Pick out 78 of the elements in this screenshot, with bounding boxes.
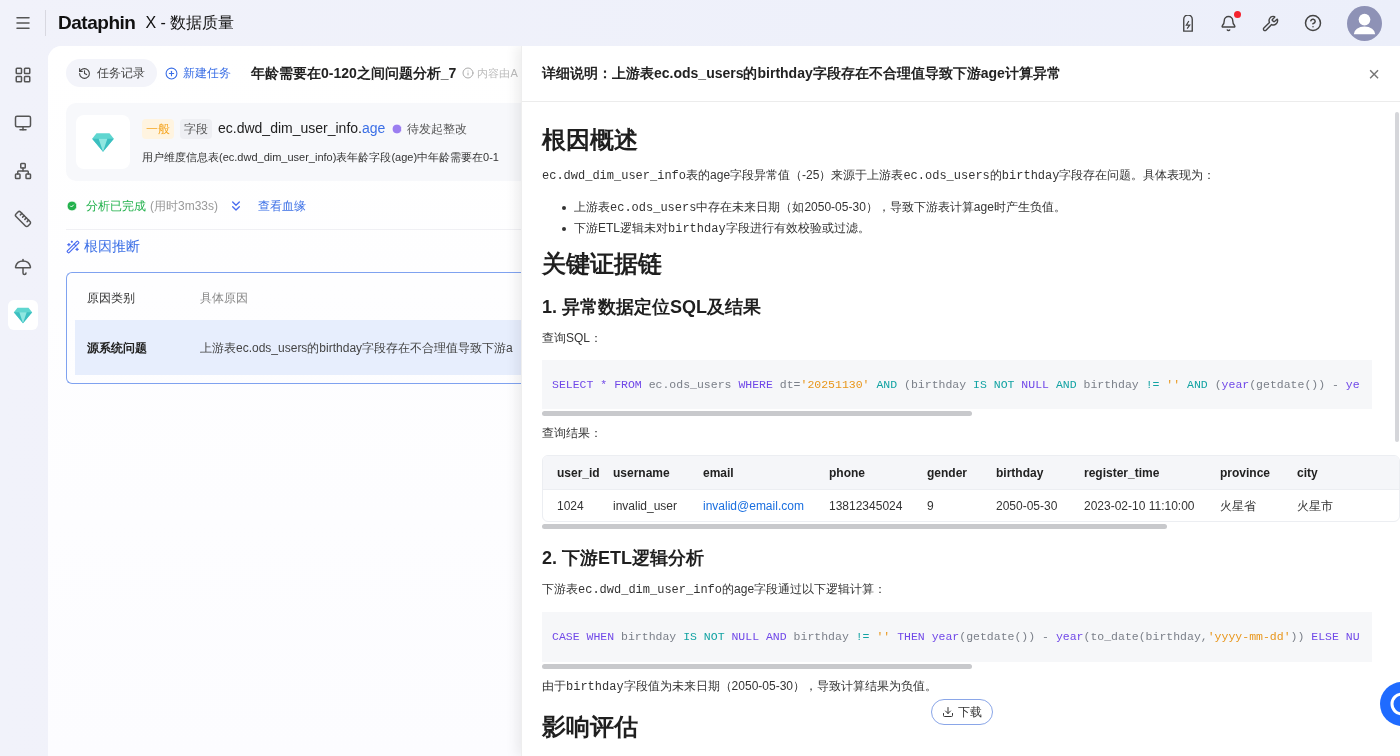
scrollbar[interactable] — [1395, 112, 1399, 442]
paragraph: 查询SQL： — [542, 330, 602, 347]
field-name: ec.dwd_dim_user_info.age — [218, 119, 386, 139]
table-cell-text: 2023-02-10 11:10:00 — [1084, 497, 1196, 515]
table-cell-text: 9 — [927, 497, 935, 515]
magic-wand-icon — [66, 239, 80, 254]
column-header: 原因类别 — [86, 289, 136, 307]
download-button[interactable]: 下载 — [931, 699, 993, 725]
lineage-link[interactable]: 查看血缘 — [258, 197, 306, 215]
subsection-heading: 2. 下游ETL逻辑分析 — [542, 547, 704, 571]
drawer-title: 详细说明：上游表ec.ods_users的birthday字段存在不合理值导致下游age计算异常 — [542, 64, 1061, 83]
table-cell-text: 1024 — [556, 497, 585, 515]
scrollbar[interactable] — [542, 663, 972, 669]
column-header: phone — [829, 464, 866, 482]
table-cell-text: 源系统问题 — [86, 339, 148, 357]
table-cell-text: 上游表ec.ods_users的birthday字段存在不合理值导致下游a — [200, 339, 513, 357]
column-header: city — [1297, 464, 1319, 482]
task-title: 年龄需要在0-120之间问题分析_7 — [251, 63, 457, 83]
product-title: X - 数据质量 — [145, 13, 235, 33]
issue-status: 待发起整改 — [407, 120, 468, 138]
issue-description: 用户维度信息表(ec.dwd_dim_user_info)表年龄字段(age)中年龄需要在0-1 — [142, 150, 499, 166]
info-icon — [462, 67, 475, 79]
new-task-button[interactable]: 新建任务 — [165, 64, 231, 82]
network-icon — [14, 162, 32, 180]
scrollbar[interactable] — [542, 524, 1167, 530]
section-heading: 根因概述 — [542, 125, 638, 155]
bullet-text: 上游表ec.ods_users中存在未来日期（如2050-05-30），导致下游表计算age时产生负值。 — [574, 199, 1066, 217]
section-heading: 关键证据链 — [542, 249, 662, 279]
column-header: province — [1220, 464, 1271, 482]
ai-note: 内容由A — [477, 65, 518, 81]
scrollbar[interactable] — [542, 411, 972, 417]
battery-bolt-icon[interactable] — [1181, 14, 1195, 32]
column-header: username — [613, 464, 671, 482]
type-tag: 字段 — [180, 118, 212, 139]
column-header: register_time — [1084, 464, 1161, 482]
assistant-icon[interactable] — [1380, 682, 1400, 726]
table-cell-text: 火星省 — [1220, 497, 1257, 515]
history-icon — [78, 66, 91, 80]
close-button[interactable]: × — [1368, 63, 1380, 84]
paragraph: 下游表ec.dwd_dim_user_info的age字段通过以下逻辑计算： — [542, 581, 887, 600]
analysis-status: 分析已完成 — [86, 198, 146, 215]
section-heading: 影响评估 — [542, 711, 638, 742]
column-header: email — [703, 464, 735, 482]
table-cell-text: invalid_user — [613, 497, 679, 515]
table-cell-text: 火星市 — [1297, 497, 1334, 515]
bullet-icon — [562, 205, 566, 210]
section-title: 根因推断 — [84, 237, 140, 256]
cause-row[interactable]: 源系统问题 上游表ec.ods_users的birthday字段存在不合理值导致下游a — [75, 320, 521, 375]
table-cell-text: 13812345024 — [829, 497, 904, 515]
code-block: CASE WHEN birthday IS NOT NULL AND birthday != '' THEN year(getdate()) - year(to_date(birthday,'yyyy-mm-dd')) ELSE NU — [542, 612, 1372, 662]
plus-icon — [165, 66, 178, 80]
check-icon — [66, 200, 78, 212]
column-header: birthday — [996, 464, 1045, 482]
wrench-icon[interactable] — [1262, 14, 1279, 32]
logo: Dataphin — [58, 10, 136, 35]
monitor-icon — [14, 114, 32, 132]
table-cell-text: 2050-05-30 — [996, 497, 1059, 515]
avatar[interactable] — [1347, 5, 1382, 41]
email-link[interactable]: invalid@email.com — [703, 496, 829, 515]
subsection-heading: 1. 异常数据定位SQL及结果 — [542, 296, 761, 319]
paragraph: 由于birthday字段值为未来日期（2050-05-30），导致计算结果为负值。 — [542, 677, 937, 696]
analysis-duration: (用时3m33s) — [150, 198, 218, 215]
level-tag: 一般 — [142, 118, 174, 139]
code-block: SELECT * FROM ec.ods_users WHERE dt='20251130' AND (birthday IS NOT NULL AND birthday != '' AND (year(getdate()) - ye — [542, 360, 1372, 410]
column-header: user_id — [556, 464, 601, 482]
help-icon[interactable] — [1304, 14, 1322, 32]
paragraph: 查询结果： — [542, 425, 602, 443]
bullet-text: 下游ETL逻辑未对birthday字段进行有效校验或过滤。 — [574, 220, 870, 238]
column-header: 具体原因 — [200, 289, 248, 307]
column-header: gender — [927, 464, 968, 482]
bullet-icon — [562, 226, 566, 231]
menu-icon[interactable] — [14, 14, 32, 32]
download-icon — [942, 706, 954, 718]
paragraph: ec.dwd_dim_user_info表的age字段异常值（-25）来源于上游表ec.ods_users的birthday字段存在问题。具体表现为： — [542, 167, 1216, 185]
ruler-icon — [14, 210, 32, 228]
umbrella-icon — [14, 258, 32, 276]
history-button[interactable]: 任务记录 — [66, 59, 157, 87]
apps-icon — [14, 66, 32, 84]
